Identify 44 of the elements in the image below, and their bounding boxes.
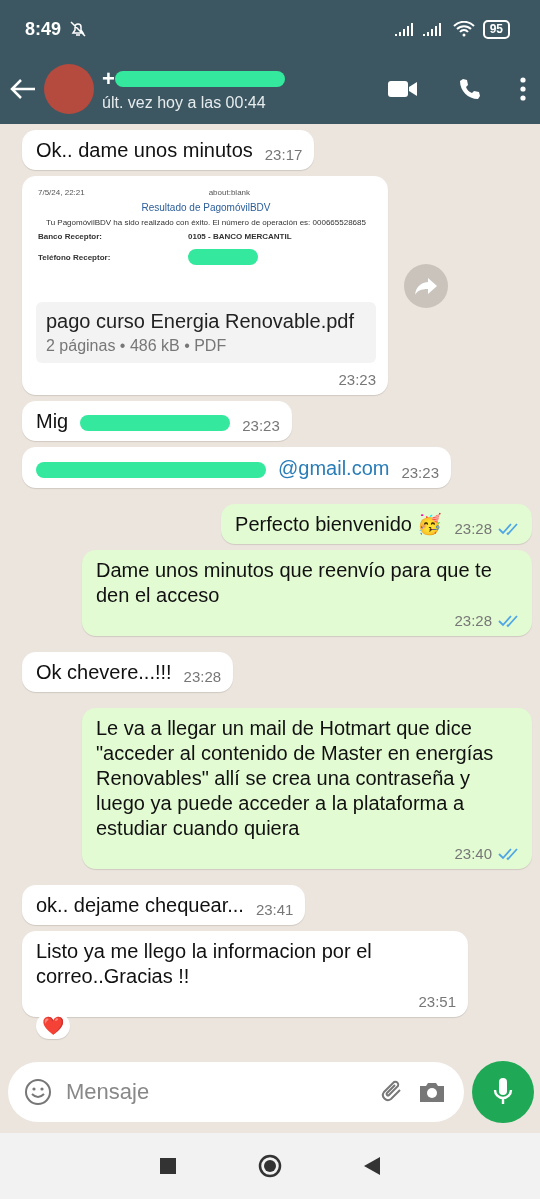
- reaction-badge[interactable]: ❤: [36, 1013, 70, 1039]
- double-check-icon: [498, 846, 520, 861]
- message-text: Mig: [36, 409, 69, 434]
- back-arrow-icon[interactable]: [10, 78, 36, 100]
- message-time: 23:28: [454, 520, 492, 537]
- message-text: Listo ya me llego la informacion por el correo..Gracias !!: [36, 939, 373, 989]
- last-seen-text: últ. vez hoy a las 00:44: [102, 94, 267, 112]
- back-button[interactable]: [364, 1157, 380, 1175]
- double-check-icon: [498, 613, 520, 628]
- status-time: 8:49: [25, 18, 62, 40]
- message-text: Le va a llegar un mail de Hotmart que dice "acceder al contenido de Master en energías Renovables" allí se crea una contraseña y luego ya puede acceder a la plataforma a estudiar cuando quiera: [96, 716, 495, 841]
- phone-call-icon[interactable]: [458, 77, 482, 101]
- email-link[interactable]: @gmail.com: [278, 455, 390, 481]
- message-text: Ok chevere...!!!: [36, 660, 172, 685]
- message-time: 23:51: [418, 993, 456, 1010]
- message-text: ok.. dejame chequear...: [36, 893, 244, 918]
- message-time: 23:28: [454, 612, 492, 629]
- message-time: 23:17: [264, 146, 303, 163]
- contact-name[interactable]: +: [102, 66, 115, 92]
- home-button[interactable]: [258, 1154, 282, 1178]
- message-text: Ok.. dame unos minutos: [36, 138, 253, 163]
- video-call-icon[interactable]: [388, 79, 418, 99]
- message-time: 23:40: [454, 845, 492, 862]
- file-info-panel[interactable]: pago curso Energia Renovable.pdf 2 páginas • 486 kB • PDF: [36, 302, 376, 363]
- microphone-icon: [492, 1077, 514, 1107]
- message-time: 23:28: [183, 668, 222, 685]
- message-input-field[interactable]: Mensaje: [8, 1062, 464, 1122]
- message-text: Perfecto bienvenido 🥳: [235, 512, 443, 537]
- double-check-icon: [498, 521, 520, 536]
- file-details: 2 páginas • 486 kB • PDF: [46, 337, 228, 355]
- muted-bell-icon: [69, 20, 88, 38]
- camera-icon[interactable]: [418, 1080, 446, 1104]
- wifi-icon: [452, 21, 475, 37]
- message-text-input[interactable]: Mensaje: [64, 1078, 366, 1106]
- message-time: 23:23: [242, 417, 280, 434]
- message-time: 23:41: [255, 901, 294, 918]
- forward-arrow-icon: [414, 275, 438, 296]
- message-text: Dame unos minutos que reenvío para que te den el acceso: [96, 558, 493, 608]
- battery-indicator: 95: [482, 19, 510, 39]
- emoji-icon[interactable]: [24, 1078, 52, 1106]
- message-time: 23:23: [401, 464, 439, 481]
- more-options-icon[interactable]: [520, 77, 526, 101]
- file-name: pago curso Energia Renovable.pdf: [46, 310, 355, 333]
- message-time: 23:23: [338, 371, 376, 388]
